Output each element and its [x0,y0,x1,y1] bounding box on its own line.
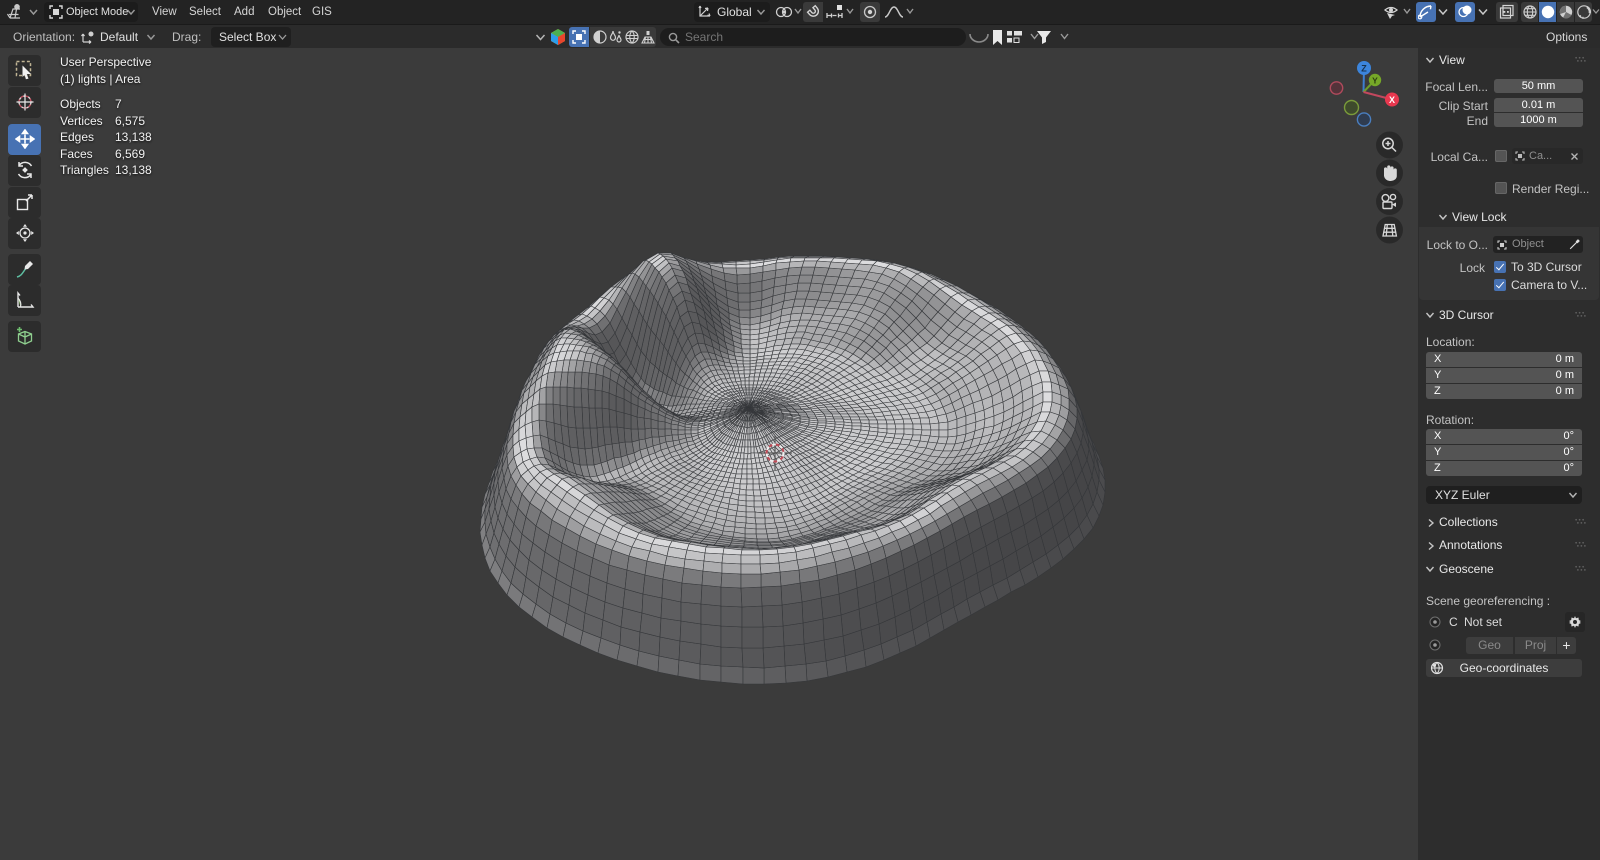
svg-text:Y: Y [1372,75,1378,85]
svg-text:Z: Z [1361,64,1367,74]
svg-text:X: X [1389,95,1395,105]
